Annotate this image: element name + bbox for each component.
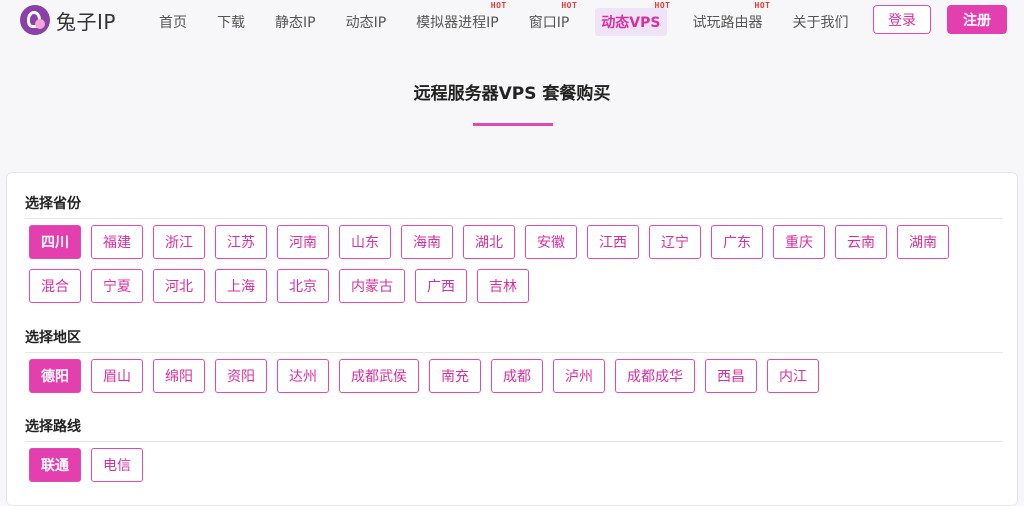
- region-option[interactable]: 资阳: [215, 359, 267, 393]
- line-option[interactable]: 联通: [29, 448, 81, 482]
- region-option[interactable]: 内江: [767, 359, 819, 393]
- province-option[interactable]: 浙江: [153, 225, 205, 259]
- brand-logo[interactable]: 兔子IP: [20, 5, 116, 35]
- province-option[interactable]: 海南: [401, 225, 453, 259]
- region-section-title: 选择地区: [25, 330, 81, 346]
- province-option[interactable]: 北京: [277, 269, 329, 303]
- region-option[interactable]: 达州: [277, 359, 329, 393]
- nav-item-label: 试玩路由器: [692, 15, 763, 31]
- province-option[interactable]: 河南: [277, 225, 329, 259]
- register-button[interactable]: 注册: [947, 5, 1007, 34]
- nav-item-2[interactable]: 静态IP: [271, 8, 320, 36]
- hot-badge: HOT: [490, 1, 507, 10]
- province-option[interactable]: 辽宁: [649, 225, 701, 259]
- province-option[interactable]: 内蒙古: [339, 269, 405, 303]
- selection-panel: 选择省份 四川 福建 浙江 江苏 河南 山东 海南 湖北 安徽 江西 辽宁 广东 重庆 云南 湖南混合 宁夏河…: [6, 172, 1018, 506]
- province-option[interactable]: 河北: [153, 269, 205, 303]
- rabbit-logo-icon: [20, 5, 50, 35]
- province-option[interactable]: 上海: [215, 269, 267, 303]
- nav-item-label: 下载: [217, 15, 245, 31]
- region-option[interactable]: 眉山: [91, 359, 143, 393]
- nav-item-label: 静态IP: [275, 15, 316, 31]
- region-divider: [25, 352, 1003, 353]
- region-options: 德阳 眉山 绵阳 资阳 达州 成都武侯 南充 成都 泸州 成都成华 西昌 内江: [29, 359, 1009, 393]
- region-option[interactable]: 成都: [491, 359, 543, 393]
- nav-item-4[interactable]: 模拟器进程IP HOT: [412, 1, 506, 36]
- page-title: 远程服务器VPS 套餐购买: [413, 84, 611, 104]
- hot-badge: HOT: [561, 1, 578, 10]
- region-option[interactable]: 绵阳: [153, 359, 205, 393]
- line-section-title: 选择路线: [25, 419, 81, 435]
- nav-item-label: 窗口IP: [528, 15, 570, 31]
- hot-badge: HOT: [754, 1, 771, 10]
- province-option[interactable]: 重庆: [773, 225, 825, 259]
- province-option[interactable]: 混合: [29, 269, 81, 303]
- province-option[interactable]: 江西: [587, 225, 639, 259]
- main-menu: 首页 下载 静态IP 动态IP 模拟器进程IP HOT 窗口IP HOT 动态VPS HOT 试玩路…: [144, 0, 922, 44]
- nav-item-5[interactable]: 窗口IP HOT: [525, 1, 577, 36]
- login-button[interactable]: 登录: [873, 5, 931, 34]
- province-option[interactable]: 吉林: [477, 269, 529, 303]
- title-underline: [473, 123, 553, 126]
- province-option[interactable]: 江苏: [215, 225, 267, 259]
- line-option[interactable]: 电信: [91, 448, 143, 482]
- nav-item-label: 首页: [159, 15, 187, 31]
- nav-item-8[interactable]: 关于我们: [789, 8, 853, 36]
- province-option[interactable]: 山东: [339, 225, 391, 259]
- region-option[interactable]: 泸州: [553, 359, 605, 393]
- nav-item-label: 动态VPS: [601, 15, 661, 31]
- province-option[interactable]: 广东: [711, 225, 763, 259]
- nav-item-7[interactable]: 试玩路由器 HOT: [689, 1, 771, 36]
- province-option[interactable]: 福建: [91, 225, 143, 259]
- province-option[interactable]: 安徽: [525, 225, 577, 259]
- nav-item-label: 模拟器进程IP: [416, 15, 499, 31]
- nav-item-1[interactable]: 下载: [213, 8, 249, 36]
- nav-item-3[interactable]: 动态IP: [342, 8, 391, 36]
- province-section-title: 选择省份: [25, 196, 81, 212]
- hot-badge: HOT: [654, 1, 671, 10]
- province-option[interactable]: 广西: [415, 269, 467, 303]
- province-options: 四川 福建 浙江 江苏 河南 山东 海南 湖北 安徽 江西 辽宁 广东 重庆 云南 湖南混合 宁夏 河北 上海 北京…: [29, 225, 1009, 303]
- line-divider: [25, 441, 1003, 442]
- region-option[interactable]: 成都成华: [615, 359, 695, 393]
- region-option[interactable]: 成都武侯: [339, 359, 419, 393]
- brand-name: 兔子IP: [56, 9, 116, 34]
- nav-item-label: 动态IP: [345, 15, 387, 31]
- nav-item-label: 关于我们: [792, 15, 849, 31]
- top-nav: 兔子IP 首页 下载 静态IP 动态IP 模拟器进程IP HOT 窗口IP HOT 动态VPS H…: [0, 0, 1024, 44]
- province-option[interactable]: 湖北: [463, 225, 515, 259]
- province-option[interactable]: 云南: [835, 225, 887, 259]
- province-divider: [25, 218, 1003, 219]
- region-option[interactable]: 南充: [429, 359, 481, 393]
- line-options: 联通 电信: [29, 448, 1009, 482]
- province-option[interactable]: 湖南: [897, 225, 949, 259]
- province-option[interactable]: 四川: [29, 225, 81, 259]
- nav-item-6[interactable]: 动态VPS HOT: [595, 1, 670, 36]
- nav-item-0[interactable]: 首页: [155, 8, 191, 36]
- region-option[interactable]: 德阳: [29, 359, 81, 393]
- province-option[interactable]: 宁夏: [91, 269, 143, 303]
- region-option[interactable]: 西昌: [705, 359, 757, 393]
